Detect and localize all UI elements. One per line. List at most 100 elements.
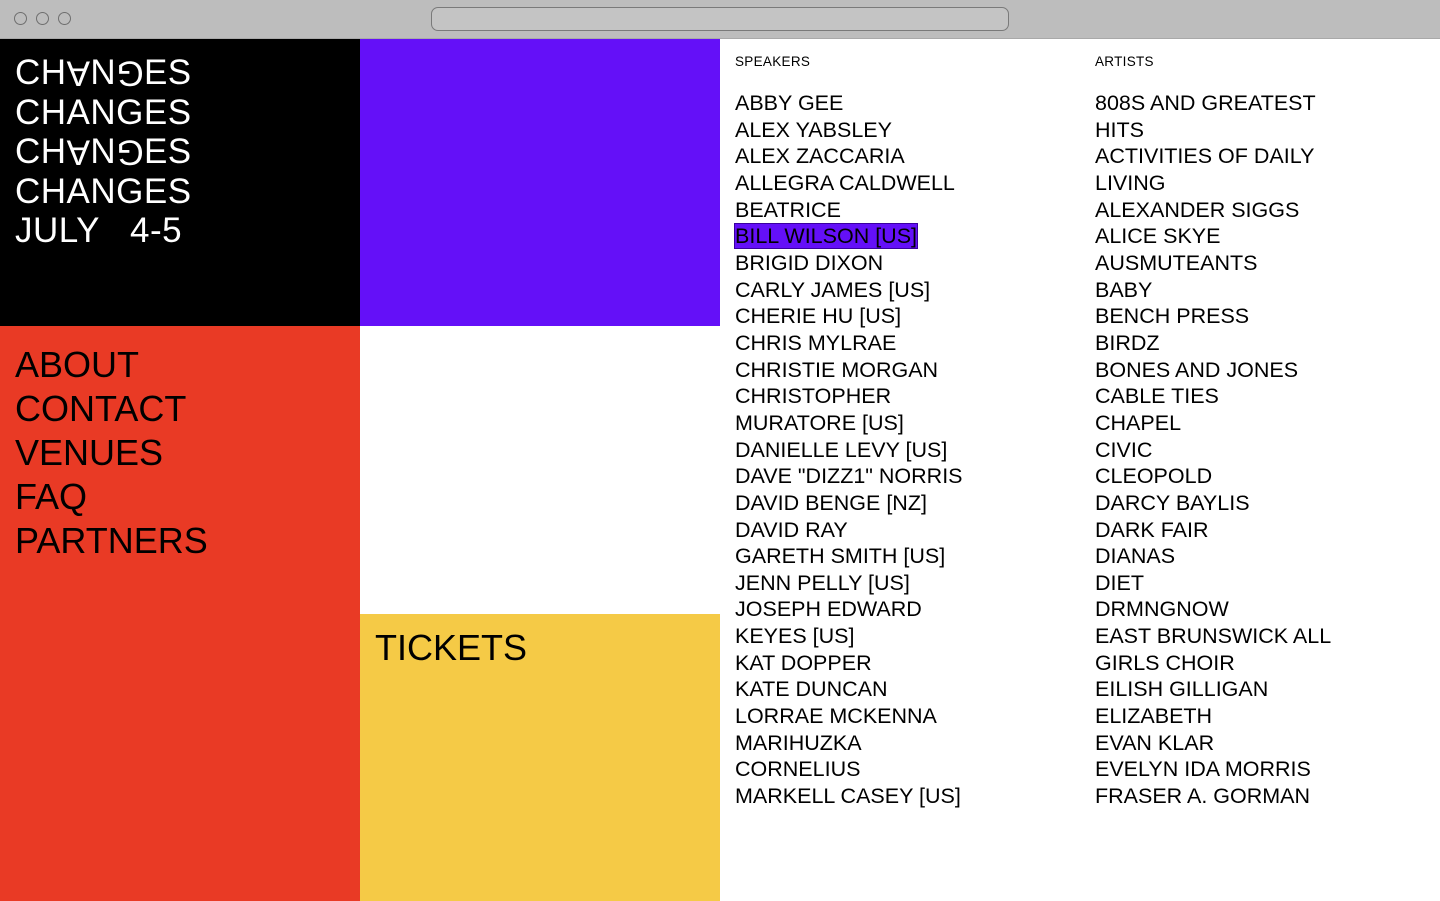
speaker-name[interactable]: DAVID BENGE [NZ]	[735, 491, 927, 515]
artist-name[interactable]: CHAPEL	[1095, 411, 1181, 435]
artist-list-item[interactable]: BABY	[1095, 277, 1331, 304]
speaker-list-item[interactable]: CHRISTOPHER	[735, 383, 963, 410]
speaker-list-item[interactable]: GARETH SMITH [US]	[735, 543, 963, 570]
artist-name[interactable]: GIRLS CHOIR	[1095, 651, 1235, 675]
artist-name[interactable]: BENCH PRESS	[1095, 304, 1249, 328]
speaker-list-item[interactable]: ALEX YABSLEY	[735, 117, 963, 144]
artist-name[interactable]: AUSMUTEANTS	[1095, 251, 1257, 275]
speaker-list-item[interactable]: LORRAE MCKENNA	[735, 703, 963, 730]
nav-link-about[interactable]: ABOUT	[15, 343, 208, 387]
artist-list-item[interactable]: ALICE SKYE	[1095, 223, 1331, 250]
artist-list-item[interactable]: LIVING	[1095, 170, 1331, 197]
maximize-icon[interactable]	[58, 12, 71, 25]
artist-name[interactable]: DRMNGNOW	[1095, 597, 1229, 621]
speaker-name[interactable]: KEYES [US]	[735, 624, 855, 648]
artist-list-item[interactable]: ACTIVITIES OF DAILY	[1095, 143, 1331, 170]
artist-name[interactable]: HITS	[1095, 118, 1144, 142]
artist-list-item[interactable]: BENCH PRESS	[1095, 303, 1331, 330]
speaker-name[interactable]: ALEX ZACCARIA	[735, 144, 905, 168]
artist-list-item[interactable]: ELIZABETH	[1095, 703, 1331, 730]
artist-name[interactable]: BONES AND JONES	[1095, 358, 1298, 382]
tickets-link[interactable]: TICKETS	[375, 626, 527, 670]
artist-list-item[interactable]: DRMNGNOW	[1095, 596, 1331, 623]
artist-name[interactable]: DARCY BAYLIS	[1095, 491, 1250, 515]
speaker-list-item[interactable]: MURATORE [US]	[735, 410, 963, 437]
artist-list-item[interactable]: AUSMUTEANTS	[1095, 250, 1331, 277]
speaker-list-item[interactable]: CARLY JAMES [US]	[735, 277, 963, 304]
speaker-list-item[interactable]: CHRISTIE MORGAN	[735, 357, 963, 384]
speaker-name[interactable]: BILL WILSON [US]	[733, 223, 919, 250]
speaker-list-item[interactable]: JOSEPH EDWARD	[735, 596, 963, 623]
speaker-name[interactable]: CHRIS MYLRAE	[735, 331, 896, 355]
artist-name[interactable]: BIRDZ	[1095, 331, 1160, 355]
artist-list-item[interactable]: EAST BRUNSWICK ALL	[1095, 623, 1331, 650]
artist-list-item[interactable]: CIVIC	[1095, 437, 1331, 464]
close-icon[interactable]	[14, 12, 27, 25]
artist-name[interactable]: ALEXANDER SIGGS	[1095, 198, 1299, 222]
artist-list-item[interactable]: FRASER A. GORMAN	[1095, 783, 1331, 810]
artist-name[interactable]: EVAN KLAR	[1095, 731, 1214, 755]
artist-list-item[interactable]: DIANAS	[1095, 543, 1331, 570]
minimize-icon[interactable]	[36, 12, 49, 25]
artist-list-item[interactable]: BIRDZ	[1095, 330, 1331, 357]
artist-name[interactable]: CLEOPOLD	[1095, 464, 1212, 488]
artist-name[interactable]: LIVING	[1095, 171, 1166, 195]
speaker-list-item[interactable]: DAVE "DIZZ1" NORRIS	[735, 463, 963, 490]
nav-link-venues[interactable]: VENUES	[15, 431, 208, 475]
artist-name[interactable]: EVELYN IDA MORRIS	[1095, 757, 1311, 781]
speaker-name[interactable]: CARLY JAMES [US]	[735, 278, 930, 302]
artist-name[interactable]: EAST BRUNSWICK ALL	[1095, 624, 1331, 648]
address-bar[interactable]	[431, 7, 1009, 31]
speaker-name[interactable]: DAVID RAY	[735, 518, 848, 542]
speaker-list-item[interactable]: MARKELL CASEY [US]	[735, 783, 963, 810]
speaker-name[interactable]: DANIELLE LEVY [US]	[735, 438, 947, 462]
artist-list-item[interactable]: CABLE TIES	[1095, 383, 1331, 410]
nav-link-partners[interactable]: PARTNERS	[15, 519, 208, 563]
speaker-name[interactable]: CHERIE HU [US]	[735, 304, 901, 328]
artist-list-item[interactable]: DARCY BAYLIS	[1095, 490, 1331, 517]
speaker-list-item[interactable]: KATE DUNCAN	[735, 676, 963, 703]
artist-name[interactable]: 808S AND GREATEST	[1095, 91, 1316, 115]
speaker-name[interactable]: MARKELL CASEY [US]	[735, 784, 961, 808]
artist-list-item[interactable]: HITS	[1095, 117, 1331, 144]
artist-list-item[interactable]: CHAPEL	[1095, 410, 1331, 437]
speaker-list-item[interactable]: KAT DOPPER	[735, 650, 963, 677]
artist-name[interactable]: ALICE SKYE	[1095, 224, 1220, 248]
speaker-list-item[interactable]: CORNELIUS	[735, 756, 963, 783]
speaker-list-item[interactable]: DAVID RAY	[735, 517, 963, 544]
artist-name[interactable]: DIET	[1095, 571, 1144, 595]
speaker-list-item[interactable]: KEYES [US]	[735, 623, 963, 650]
speaker-name[interactable]: BEATRICE	[735, 198, 841, 222]
speaker-list-item[interactable]: BEATRICE	[735, 197, 963, 224]
speaker-name[interactable]: CHRISTIE MORGAN	[735, 358, 938, 382]
artist-name[interactable]: ACTIVITIES OF DAILY	[1095, 144, 1314, 168]
artist-name[interactable]: CABLE TIES	[1095, 384, 1219, 408]
speaker-name[interactable]: DAVE "DIZZ1" NORRIS	[735, 464, 963, 488]
nav-link-contact[interactable]: CONTACT	[15, 387, 208, 431]
artist-list-item[interactable]: BONES AND JONES	[1095, 357, 1331, 384]
speaker-name[interactable]: LORRAE MCKENNA	[735, 704, 937, 728]
artist-list-item[interactable]: EVAN KLAR	[1095, 730, 1331, 757]
speaker-name[interactable]: CHRISTOPHER	[735, 384, 891, 408]
speaker-list-item[interactable]: BRIGID DIXON	[735, 250, 963, 277]
artist-name[interactable]: CIVIC	[1095, 438, 1152, 462]
speaker-name[interactable]: BRIGID DIXON	[735, 251, 883, 275]
artist-list-item[interactable]: 808S AND GREATEST	[1095, 90, 1331, 117]
speaker-list-item[interactable]: CHERIE HU [US]	[735, 303, 963, 330]
speaker-name[interactable]: JOSEPH EDWARD	[735, 597, 922, 621]
artist-name[interactable]: DIANAS	[1095, 544, 1175, 568]
artist-list-item[interactable]: ALEXANDER SIGGS	[1095, 197, 1331, 224]
artist-list-item[interactable]: DIET	[1095, 570, 1331, 597]
artist-list-item[interactable]: CLEOPOLD	[1095, 463, 1331, 490]
artist-list-item[interactable]: EVELYN IDA MORRIS	[1095, 756, 1331, 783]
speaker-list-item[interactable]: JENN PELLY [US]	[735, 570, 963, 597]
speaker-name[interactable]: MARIHUZKA	[735, 731, 862, 755]
artist-list-item[interactable]: DARK FAIR	[1095, 517, 1331, 544]
artist-name[interactable]: FRASER A. GORMAN	[1095, 784, 1310, 808]
speaker-list-item[interactable]: CHRIS MYLRAE	[735, 330, 963, 357]
speaker-name[interactable]: KATE DUNCAN	[735, 677, 888, 701]
artist-list-item[interactable]: GIRLS CHOIR	[1095, 650, 1331, 677]
speaker-list-item[interactable]: ALLEGRA CALDWELL	[735, 170, 963, 197]
speaker-name[interactable]: ABBY GEE	[735, 91, 843, 115]
speaker-name[interactable]: ALEX YABSLEY	[735, 118, 892, 142]
